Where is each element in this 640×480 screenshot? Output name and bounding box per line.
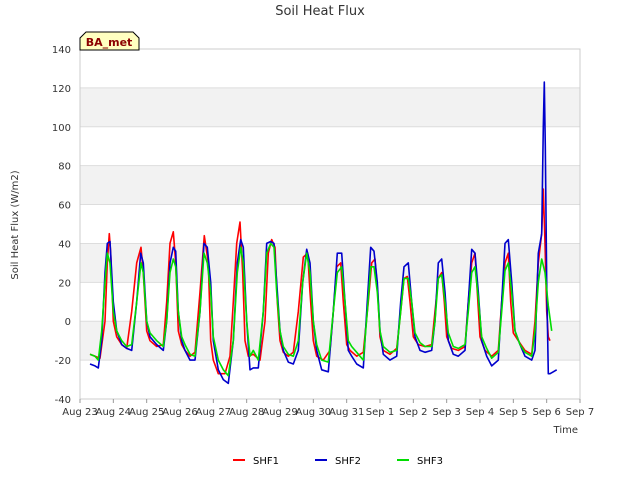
grid-band xyxy=(80,165,580,205)
x-tick-label: Sep 4 xyxy=(466,407,494,418)
y-tick-label: 40 xyxy=(58,239,71,250)
y-tick-label: 100 xyxy=(52,123,71,134)
soil-heat-flux-chart: -40-20020406080100120140 Aug 23Aug 24Aug… xyxy=(10,4,594,467)
y-axis-label: Soil Heat Flux (W/m2) xyxy=(10,170,21,279)
legend-item-shf2: SHF2 xyxy=(315,456,361,467)
x-tick-label: Sep 5 xyxy=(499,407,527,418)
y-tick-label: 60 xyxy=(58,201,71,212)
legend-label: SHF3 xyxy=(417,456,443,467)
x-tick-label: Aug 28 xyxy=(229,407,264,418)
x-tick-label: Sep 7 xyxy=(566,407,594,418)
y-tick-label: 80 xyxy=(58,162,71,173)
y-tick-label: -40 xyxy=(55,395,71,406)
y-tick-label: 140 xyxy=(52,45,71,56)
x-tick-label: Aug 29 xyxy=(262,407,297,418)
x-tick-label: Aug 27 xyxy=(196,407,231,418)
x-tick-label: Sep 1 xyxy=(366,407,394,418)
legend-item-shf1: SHF1 xyxy=(233,456,279,467)
x-tick-label: Aug 24 xyxy=(96,407,131,418)
y-tick-label: 20 xyxy=(58,278,71,289)
legend-item-shf3: SHF3 xyxy=(397,456,443,467)
x-tick-label: Aug 30 xyxy=(296,407,331,418)
chart-title: Soil Heat Flux xyxy=(275,4,365,19)
x-tick-label: Sep 2 xyxy=(399,407,427,418)
x-tick-label: Aug 23 xyxy=(62,407,97,418)
x-tick-label: Sep 3 xyxy=(432,407,460,418)
x-tick-label: Aug 31 xyxy=(329,407,364,418)
x-tick-labels: Aug 23Aug 24Aug 25Aug 26Aug 27Aug 28Aug … xyxy=(62,399,594,418)
x-tick-label: Aug 26 xyxy=(162,407,197,418)
badge-label: BA_met xyxy=(86,36,133,49)
x-tick-label: Aug 25 xyxy=(129,407,164,418)
x-tick-label: Sep 6 xyxy=(532,407,560,418)
x-axis-label: Time xyxy=(553,425,578,436)
badge: BA_met xyxy=(79,31,140,51)
y-tick-label: -20 xyxy=(55,356,71,367)
y-tick-label: 0 xyxy=(65,317,71,328)
legend-label: SHF1 xyxy=(253,456,279,467)
grid-band xyxy=(80,87,580,127)
legend: SHF1 SHF2 SHF3 xyxy=(233,456,443,467)
y-tick-labels: -40 -20 0 20 40 60 80 100 120 140 xyxy=(52,45,71,406)
legend-label: SHF2 xyxy=(335,456,361,467)
y-tick-label: 120 xyxy=(52,84,71,95)
